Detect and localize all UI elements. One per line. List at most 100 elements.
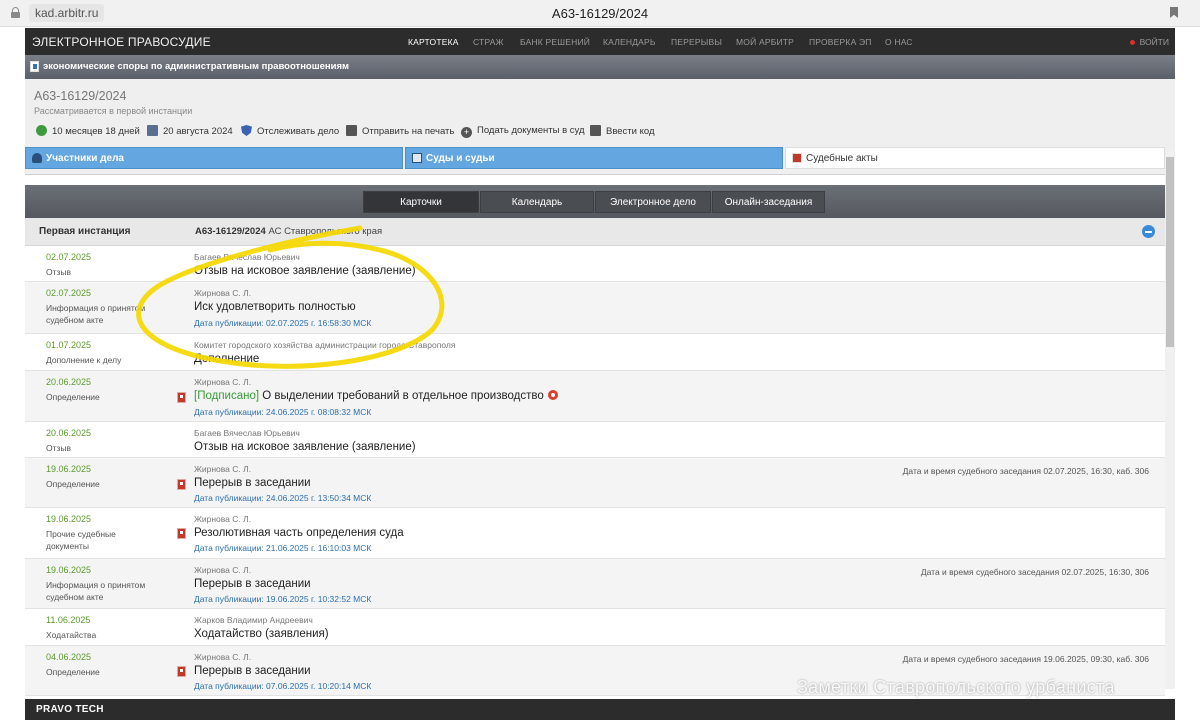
nav-kartoteka[interactable]: КАРТОТЕКА <box>408 37 459 47</box>
item-title[interactable]: Перерыв в заседании <box>194 665 311 677</box>
date-label: 20 августа 2024 <box>163 126 233 137</box>
keyboard-icon <box>590 125 601 136</box>
tab-participants[interactable]: Участники дела <box>25 147 403 169</box>
list-item: 02.07.2025 Отзыв Багаев Вячеслав Юрьевич… <box>25 246 1165 282</box>
item-date: 01.07.2025 <box>46 340 92 350</box>
subtab-online-hearings[interactable]: Онлайн-заседания <box>712 191 825 213</box>
nav-bank-resheniy[interactable]: БАНК РЕШЕНИЙ <box>520 37 590 47</box>
item-type: Определение <box>46 667 100 677</box>
status-dot-icon <box>1129 40 1135 46</box>
item-title[interactable]: [Подписано] О выделении требований в отд… <box>194 390 558 402</box>
subtab-calendar[interactable]: Календарь <box>480 191 594 213</box>
item-type: Отзыв <box>46 443 72 453</box>
list-item: 02.07.2025 Информация о принятом судебно… <box>25 282 1165 334</box>
list-item: 19.06.2025 Прочие судебные документы Жир… <box>25 508 1165 559</box>
item-publication-date: Дата публикации: 07.06.2025 г. 10:20:14 … <box>194 681 372 691</box>
item-hearing-date: Дата и время судебного заседания 02.07.2… <box>902 466 1149 476</box>
item-title[interactable]: Дополнение <box>194 353 259 365</box>
item-author: Багаев Вячеслав Юрьевич <box>194 428 300 438</box>
collapse-icon[interactable] <box>1142 225 1155 238</box>
scrollbar[interactable] <box>1165 149 1175 689</box>
item-date: 11.06.2025 <box>46 615 91 625</box>
nav-pereryvy[interactable]: ПЕРЕРЫВЫ <box>671 37 722 47</box>
item-date: 20.06.2025 <box>46 428 92 438</box>
subtab-electronic-case[interactable]: Электронное дело <box>595 191 711 213</box>
item-author: Жирнова С. Л. <box>194 464 252 474</box>
instance-label: Первая инстанция <box>39 226 131 237</box>
case-status: Рассматривается в первой инстанции <box>34 106 193 116</box>
item-publication-date: Дата публикации: 24.06.2025 г. 08:08:32 … <box>194 407 372 417</box>
enter-code-button[interactable]: Ввести код <box>590 125 655 137</box>
item-hearing-date: Дата и время судебного заседания 19.06.2… <box>902 654 1149 664</box>
footer: PRAVO TECH <box>25 699 1175 720</box>
item-author: Жирнова С. Л. <box>194 652 252 662</box>
code-label: Ввести код <box>606 126 655 137</box>
item-title[interactable]: Ходатайство (заявления) <box>194 628 329 640</box>
footer-logo[interactable]: PRAVO TECH <box>36 704 104 715</box>
case-date: 20 августа 2024 <box>147 125 233 137</box>
item-title[interactable]: Перерыв в заседании <box>194 578 311 590</box>
login-label: ВОЙТИ <box>1139 37 1169 47</box>
tab-courts-label: Суды и судьи <box>426 153 495 164</box>
item-author: Жирнова С. Л. <box>194 377 252 387</box>
item-type: Дополнение к делу <box>46 355 122 365</box>
item-type: Прочие судебные документы <box>46 529 116 551</box>
pdf-icon[interactable] <box>177 666 186 677</box>
print-button[interactable]: Отправить на печать <box>346 125 454 137</box>
printer-icon <box>346 125 357 136</box>
tab-participants-label: Участники дела <box>46 153 124 164</box>
item-title[interactable]: Перерыв в заседании <box>194 477 311 489</box>
list-item: 20.06.2025 Определение Жирнова С. Л. [По… <box>25 371 1165 422</box>
category-bar: экономические споры по административным … <box>25 55 1175 79</box>
login-button[interactable]: ВОЙТИ <box>1129 37 1169 47</box>
site-brand[interactable]: ЭЛЕКТРОННОЕ ПРАВОСУДИЕ <box>32 35 211 49</box>
instance-case[interactable]: А63-16129/2024 АС Ставропольского края <box>195 226 382 237</box>
tab-acts-label: Судебные акты <box>806 153 878 164</box>
item-hearing-date: Дата и время судебного заседания 02.07.2… <box>920 567 1149 577</box>
clock-icon <box>36 125 47 136</box>
subtab-cards[interactable]: Карточки <box>363 191 479 213</box>
list-item: 19.06.2025 Информация о принятом судебно… <box>25 559 1165 609</box>
list-item: 11.06.2025 Ходатайства Жарков Владимир А… <box>25 609 1165 646</box>
site-frame: ЭЛЕКТРОННОЕ ПРАВОСУДИЕ КАРТОТЕКА СТРАЖ Б… <box>25 28 1175 720</box>
case-duration: 10 месяцев 18 дней <box>36 125 140 137</box>
track-case-button[interactable]: Отслеживать дело <box>241 125 339 137</box>
submit-label: Подать документы в суд <box>477 125 585 136</box>
instance-court: АС Ставропольского края <box>268 226 383 237</box>
item-date: 19.06.2025 <box>46 464 92 474</box>
item-publication-date: Дата публикации: 24.06.2025 г. 13:50:34 … <box>194 493 372 503</box>
item-title[interactable]: Отзыв на исковое заявление (заявление) <box>194 265 416 277</box>
pdf-icon[interactable] <box>177 528 186 539</box>
sub-navigation: Карточки Календарь Электронное дело Онла… <box>25 185 1165 218</box>
item-date: 02.07.2025 <box>46 252 92 262</box>
calendar-icon <box>147 125 158 136</box>
list-item: 20.06.2025 Отзыв Багаев Вячеслав Юрьевич… <box>25 422 1165 458</box>
category-label: экономические споры по административным … <box>43 61 350 72</box>
nav-strazh[interactable]: СТРАЖ <box>473 37 504 47</box>
nav-calendar[interactable]: КАЛЕНДАРЬ <box>603 37 656 47</box>
item-title[interactable]: Отзыв на исковое заявление (заявление) <box>194 441 416 453</box>
tab-judicial-acts[interactable]: Судебные акты <box>785 147 1165 169</box>
item-publication-date: Дата публикации: 21.06.2025 г. 16:10:03 … <box>194 543 372 553</box>
item-title[interactable]: Иск удовлетворить полностью <box>194 301 356 313</box>
nav-o-nas[interactable]: О НАС <box>885 37 913 47</box>
pdf-icon[interactable] <box>177 479 186 490</box>
scrollbar-thumb[interactable] <box>1166 157 1174 347</box>
submit-documents-button[interactable]: + Подать документы в суд <box>461 125 585 138</box>
print-label: Отправить на печать <box>362 126 455 137</box>
nav-moy-arbitr[interactable]: МОЙ АРБИТР <box>736 37 794 47</box>
list-item: 01.07.2025 Дополнение к делу Комитет гор… <box>25 334 1165 371</box>
pdf-icon[interactable] <box>177 392 186 403</box>
shield-icon <box>241 125 252 136</box>
tab-courts[interactable]: Суды и судьи <box>405 147 783 169</box>
nav-proverka-ep[interactable]: ПРОВЕРКА ЭП <box>809 37 872 47</box>
person-icon <box>32 153 42 163</box>
item-author: Жирнова С. Л. <box>194 288 252 298</box>
plus-circle-icon: + <box>461 127 472 138</box>
item-author: Жирнова С. Л. <box>194 514 252 524</box>
item-publication-date: Дата публикации: 19.06.2025 г. 10:32:52 … <box>194 594 372 604</box>
signature-badge-icon <box>547 390 558 400</box>
item-date: 19.06.2025 <box>46 514 92 524</box>
page-title: А63-16129/2024 <box>551 6 649 21</box>
item-title[interactable]: Резолютивная часть определения суда <box>194 527 404 539</box>
